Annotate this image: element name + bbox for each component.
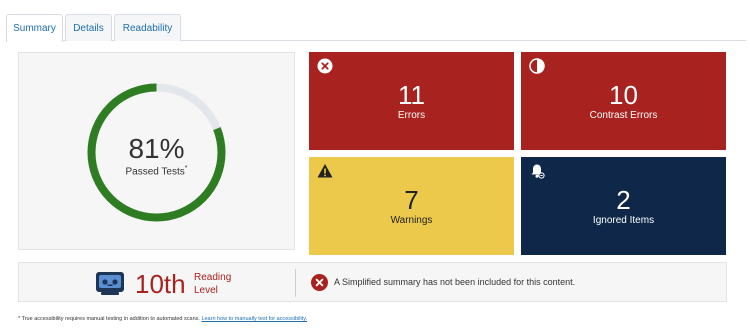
errors-tile[interactable]: 11 Errors — [309, 52, 514, 150]
robot-icon — [96, 272, 124, 295]
reading-level-line1: Reading — [194, 272, 232, 283]
footnote: * True accessibility requires manual tes… — [18, 316, 307, 322]
passed-percentage: 81% — [128, 133, 185, 164]
error-x-icon — [311, 274, 328, 291]
footnote-text: * True accessibility requires manual tes… — [18, 316, 200, 322]
bell-off-icon — [531, 164, 545, 179]
errors-count: 11 — [398, 80, 425, 110]
tab-readability[interactable]: Readability — [114, 14, 181, 41]
tab-bar: Summary Details Readability — [6, 14, 746, 42]
tab-summary[interactable]: Summary — [6, 14, 63, 42]
contrast-errors-tile[interactable]: 10 Contrast Errors — [521, 52, 726, 150]
errors-label: Errors — [397, 110, 426, 121]
reading-level-label: Reading Level — [194, 271, 231, 297]
contrast-errors-count: 10 — [609, 80, 638, 110]
contrast-errors-label: Contrast Errors — [589, 110, 658, 121]
warning-triangle-icon — [317, 164, 333, 178]
passed-tests-card: 81% Passed Tests* — [18, 52, 295, 250]
ignored-items-count: 2 — [616, 185, 631, 215]
readability-summary-bar: 10th Reading Level A Simplified summary … — [18, 262, 727, 302]
ignored-items-label: Ignored Items — [592, 215, 655, 226]
warnings-count: 7 — [404, 185, 419, 215]
reading-grade: 10th — [135, 269, 186, 299]
warnings-label: Warnings — [390, 215, 433, 226]
tab-details[interactable]: Details — [65, 14, 112, 41]
warnings-tile[interactable]: 7 Warnings — [309, 157, 514, 255]
x-circle-icon — [317, 58, 333, 74]
contrast-icon — [529, 58, 545, 74]
simplified-summary-message: A Simplified summary has not been includ… — [334, 277, 576, 287]
passed-tests-label: Passed Tests* — [125, 165, 188, 178]
ignored-items-tile[interactable]: 2 Ignored Items — [521, 157, 726, 255]
manual-testing-link[interactable]: Learn how to manually test for accessibi… — [201, 316, 307, 322]
reading-level-line2: Level — [194, 285, 218, 296]
divider — [295, 269, 296, 297]
